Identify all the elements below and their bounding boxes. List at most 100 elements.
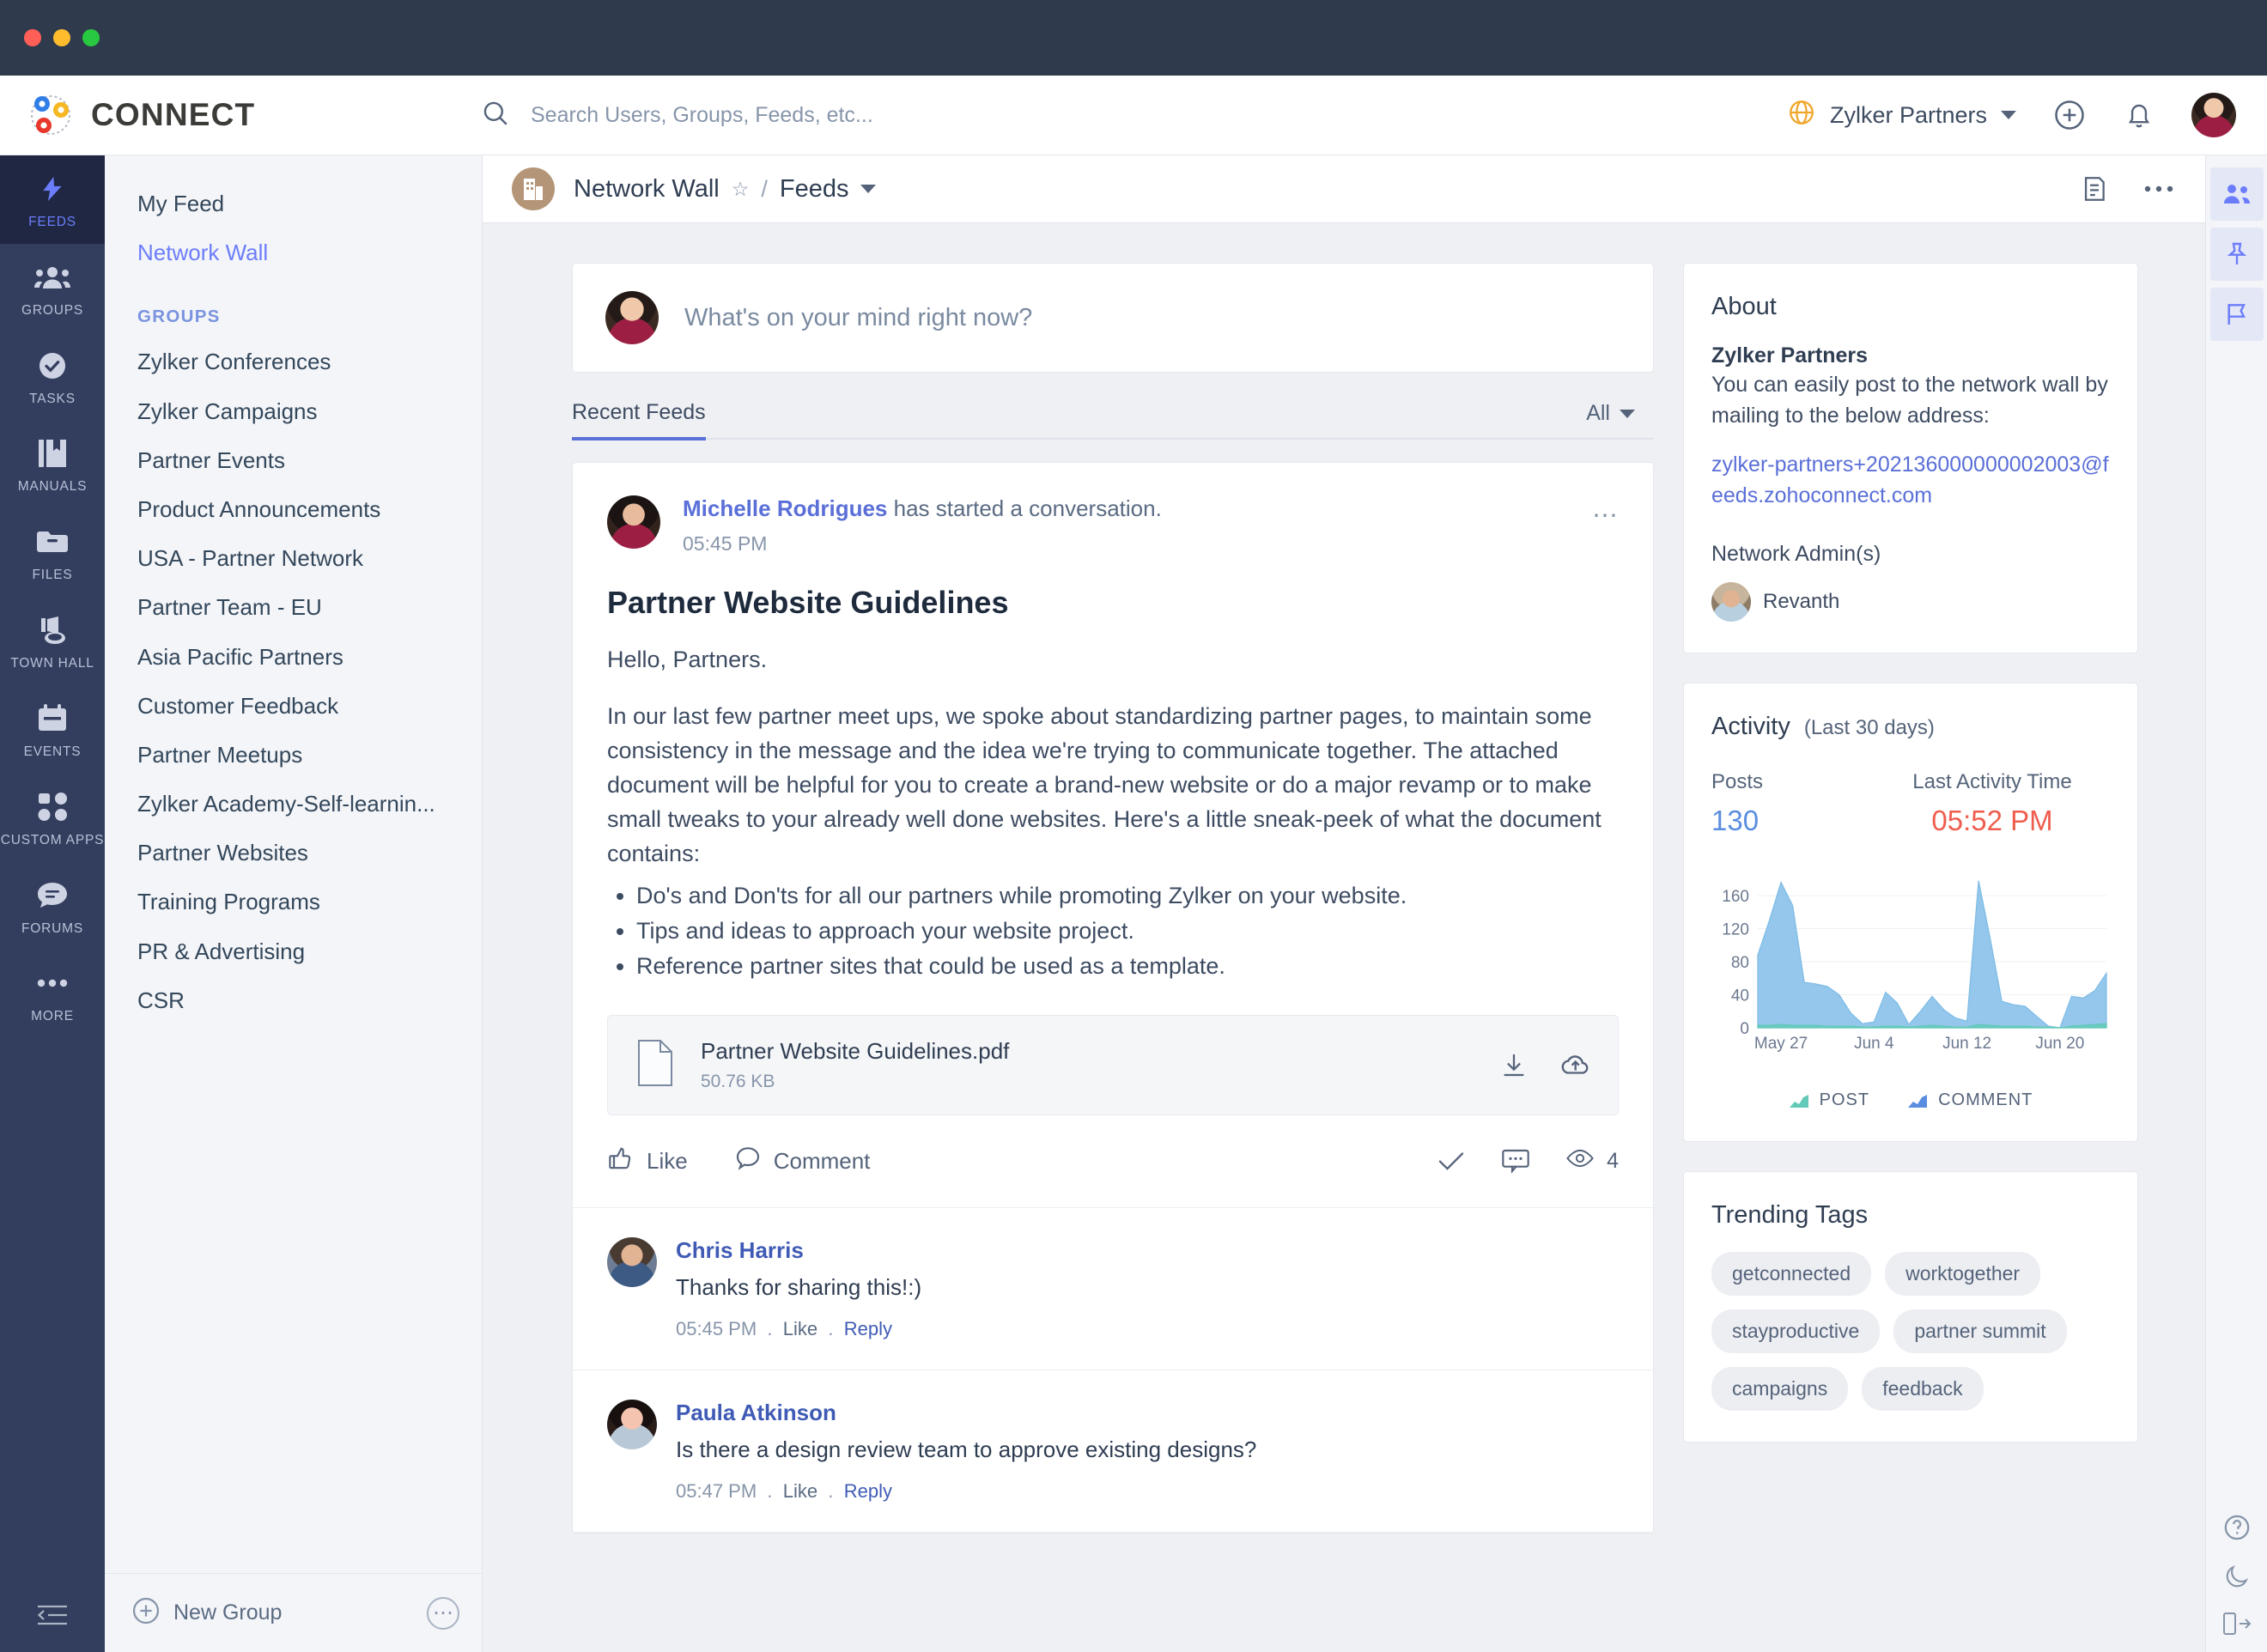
maximize-window-button[interactable]: [82, 29, 100, 46]
comment-text: Thanks for sharing this!:): [676, 1273, 922, 1300]
sidebar-item-group[interactable]: Zylker Campaigns: [105, 387, 482, 436]
sidebar-item-group[interactable]: Partner Events: [105, 436, 482, 485]
list-item[interactable]: partner summit: [1893, 1309, 2067, 1353]
sidebar-item-files[interactable]: FILES: [0, 508, 105, 597]
breadcrumb-bar: Network Wall ☆ / Feeds: [483, 155, 2205, 223]
logout-icon[interactable]: [2222, 1611, 2252, 1637]
tab-recent-feeds[interactable]: Recent Feeds: [572, 400, 706, 440]
sidebar-item-manuals[interactable]: MANUALS: [0, 420, 105, 508]
collapse-panel-icon[interactable]: [36, 1602, 69, 1628]
comment-like-link[interactable]: Like: [783, 1318, 817, 1339]
sidebar-item-group[interactable]: Partner Team - EU: [105, 583, 482, 632]
feed-filter-dropdown[interactable]: All: [1586, 401, 1635, 438]
sidebar-item-group[interactable]: Product Announcements: [105, 485, 482, 534]
comment-reply-link[interactable]: Reply: [844, 1318, 892, 1339]
list-item[interactable]: campaigns: [1711, 1367, 1849, 1411]
comment-author[interactable]: Chris Harris: [676, 1237, 921, 1264]
more-options-button[interactable]: [2143, 184, 2174, 194]
area-chart-icon: [1907, 1093, 1928, 1108]
chevron-down-icon[interactable]: [860, 185, 877, 193]
breadcrumb-section[interactable]: Feeds: [780, 175, 849, 203]
sidebar-item-feeds[interactable]: FEEDS: [0, 155, 105, 244]
sidebar-item-network-wall[interactable]: Network Wall: [105, 228, 482, 277]
book-icon: [37, 435, 68, 471]
page-title: Network Wall: [574, 174, 720, 203]
search-input[interactable]: [531, 102, 1132, 128]
folder-icon: [35, 524, 70, 560]
members-icon[interactable]: [2209, 167, 2264, 221]
sidebar-item-events[interactable]: EVENTS: [0, 685, 105, 774]
sidebar-item-tasks[interactable]: TASKS: [0, 332, 105, 421]
flag-icon[interactable]: [2209, 288, 2264, 341]
help-circle-icon[interactable]: [2222, 1513, 2252, 1542]
check-circle-icon: [36, 348, 69, 384]
sidebar-overflow-button[interactable]: ⋯: [427, 1596, 459, 1630]
about-email-link[interactable]: zylker-partners+202136000000002003@feeds…: [1711, 450, 2110, 511]
like-button[interactable]: Like: [607, 1145, 688, 1178]
list-item[interactable]: Revanth: [1711, 582, 2110, 622]
feed-tabs: Recent Feeds All: [572, 378, 1654, 440]
network-switcher[interactable]: Zylker Partners: [1787, 98, 2016, 133]
activity-area-chart: 0 40 80 120 160 May 27 Jun 4 Jun 12 Jun 20: [1711, 859, 2110, 1061]
comment-text: Is there a design review team to approve…: [676, 1436, 1257, 1462]
sidebar-item-forums[interactable]: FORUMS: [0, 862, 105, 951]
rail-label: EVENTS: [23, 744, 82, 759]
speech-bubble-icon: [36, 878, 69, 914]
sidebar-item-group[interactable]: Customer Feedback: [105, 682, 482, 731]
bell-icon[interactable]: [2123, 99, 2155, 131]
groups-sidebar: My Feed Network Wall GROUPS Zylker Confe…: [105, 155, 483, 1652]
global-search[interactable]: [481, 99, 1787, 132]
svg-text:0: 0: [1740, 1020, 1749, 1038]
sidebar-item-group[interactable]: Training Programs: [105, 878, 482, 926]
chris-avatar[interactable]: [607, 1236, 657, 1287]
sidebar-item-my-feed[interactable]: My Feed: [105, 179, 482, 228]
pinned-icon[interactable]: [2209, 228, 2264, 281]
post-composer[interactable]: What's on your mind right now?: [572, 263, 1654, 373]
check-icon[interactable]: [1437, 1150, 1466, 1172]
people-icon: [34, 259, 70, 295]
plus-circle-icon[interactable]: [2052, 98, 2087, 132]
search-icon: [481, 99, 510, 132]
comment-author[interactable]: Paula Atkinson: [676, 1400, 1256, 1426]
sidebar-item-group[interactable]: Zylker Academy-Self-learnin...: [105, 780, 482, 829]
sidebar-item-group[interactable]: Partner Meetups: [105, 731, 482, 780]
sidebar-item-custom-apps[interactable]: CUSTOM APPS: [0, 774, 105, 862]
building-icon: [512, 167, 555, 210]
paula-avatar[interactable]: [607, 1399, 657, 1449]
list-item[interactable]: getconnected: [1711, 1252, 1872, 1296]
sidebar-item-group[interactable]: CSR: [105, 976, 482, 1025]
minimize-window-button[interactable]: [53, 29, 70, 46]
sidebar-item-group[interactable]: USA - Partner Network: [105, 534, 482, 583]
moon-icon[interactable]: [2223, 1563, 2251, 1590]
brand-area[interactable]: CONNECT: [0, 90, 481, 140]
comment-button[interactable]: Comment: [734, 1145, 870, 1178]
new-group-label: New Group: [173, 1600, 283, 1625]
sidebar-item-more[interactable]: MORE: [0, 950, 105, 1038]
user-avatar[interactable]: [2191, 93, 2236, 137]
list-item[interactable]: stayproductive: [1711, 1309, 1881, 1353]
post-body: In our last few partner meet ups, we spo…: [607, 702, 1601, 866]
post-status-icons: 4: [1437, 1147, 1619, 1175]
author-avatar[interactable]: [607, 495, 660, 549]
post-more-options-button[interactable]: ⋯: [1592, 501, 1620, 531]
calendar-icon: [36, 701, 69, 737]
comment-like-link[interactable]: Like: [783, 1480, 817, 1502]
sidebar-item-group[interactable]: Asia Pacific Partners: [105, 633, 482, 682]
sidebar-item-groups[interactable]: GROUPS: [0, 244, 105, 332]
star-outline-icon[interactable]: ☆: [732, 178, 750, 201]
comment-reply-link[interactable]: Reply: [844, 1480, 892, 1502]
download-icon[interactable]: [1499, 1050, 1529, 1079]
notes-icon[interactable]: [2080, 174, 2109, 203]
sidebar-item-group[interactable]: Zylker Conferences: [105, 337, 482, 386]
comment-dots-icon[interactable]: [1500, 1147, 1531, 1175]
sidebar-item-group[interactable]: Partner Websites: [105, 829, 482, 878]
sidebar-item-group[interactable]: PR & Advertising: [105, 927, 482, 976]
post-author[interactable]: Michelle Rodrigues: [683, 495, 887, 521]
list-item[interactable]: feedback: [1862, 1367, 1984, 1411]
new-group-button[interactable]: New Group: [131, 1595, 282, 1631]
list-item[interactable]: worktogether: [1885, 1252, 2041, 1296]
close-window-button[interactable]: [24, 29, 41, 46]
post-attachment[interactable]: Partner Website Guidelines.pdf 50.76 KB: [607, 1014, 1619, 1115]
sidebar-item-town-hall[interactable]: TOWN HALL: [0, 597, 105, 685]
cloud-upload-icon[interactable]: [1559, 1050, 1592, 1079]
